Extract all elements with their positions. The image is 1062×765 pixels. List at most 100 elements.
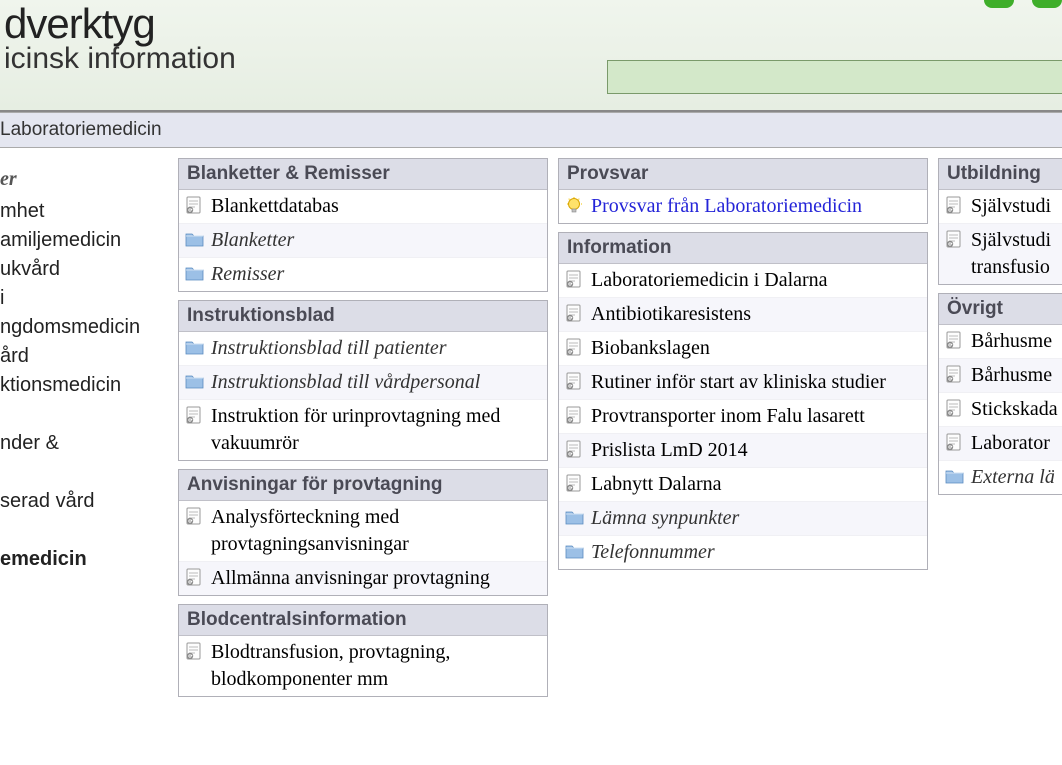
- list-item-label: Provsvar från Laboratoriemedicin: [591, 193, 862, 220]
- list-item[interactable]: Remisser: [179, 258, 547, 291]
- list-item-label: Externa lä: [971, 464, 1055, 491]
- list-item[interactable]: Blanketter: [179, 224, 547, 258]
- list-item[interactable]: Provtransporter inom Falu lasarett: [559, 400, 927, 434]
- doc-icon: [185, 642, 205, 660]
- list-item[interactable]: Instruktionsblad till patienter: [179, 332, 547, 366]
- list-item[interactable]: Instruktionsblad till vårdpersonal: [179, 366, 547, 400]
- panel-header: Övrigt: [939, 294, 1062, 325]
- doc-icon: [945, 365, 965, 383]
- sidebar-item[interactable]: ård: [0, 342, 176, 371]
- list-item[interactable]: Prislista LmD 2014: [559, 434, 927, 468]
- list-item-label: Blanketter: [211, 227, 294, 254]
- folder-icon: [565, 508, 585, 526]
- list-item[interactable]: Antibiotikaresistens: [559, 298, 927, 332]
- column-1: Blanketter & RemisserBlankettdatabasBlan…: [178, 158, 548, 705]
- panel: Provsvar Provsvar från Laboratoriemedicin: [558, 158, 928, 224]
- list-item[interactable]: Bårhusme: [939, 359, 1062, 393]
- list-item[interactable]: Blodtransfusion, provtagning, blodkompon…: [179, 636, 547, 696]
- sidebar-item[interactable]: mhet: [0, 197, 176, 226]
- doc-icon: [185, 406, 205, 424]
- list-item[interactable]: Lämna synpunkter: [559, 502, 927, 536]
- doc-icon: [565, 474, 585, 492]
- list-item-label: Labnytt Dalarna: [591, 471, 722, 498]
- list-item[interactable]: Stickskada: [939, 393, 1062, 427]
- sidebar-item[interactable]: nder &: [0, 429, 176, 458]
- header-button-2[interactable]: [984, 0, 1014, 8]
- list-item-label: Provtransporter inom Falu lasarett: [591, 403, 865, 430]
- list-item-label: Stickskada: [971, 396, 1058, 423]
- doc-icon: [565, 372, 585, 390]
- bulb-icon: [565, 196, 585, 214]
- list-item-label: Självstudi: [971, 193, 1051, 220]
- list-item-label: Bårhusme: [971, 328, 1052, 355]
- list-item[interactable]: Blankettdatabas: [179, 190, 547, 224]
- breadcrumb-current: Laboratoriemedicin: [0, 119, 162, 140]
- list-item-label: Remisser: [211, 261, 284, 288]
- list-item[interactable]: Provsvar från Laboratoriemedicin: [559, 190, 927, 223]
- sidebar-item[interactable]: emedicin: [0, 545, 176, 574]
- sidebar-item[interactable]: amiljemedicin: [0, 226, 176, 255]
- sidebar-item[interactable]: i: [0, 284, 176, 313]
- list-item-label: Laborator: [971, 430, 1050, 457]
- sidebar-item[interactable]: ngdomsmedicin: [0, 313, 176, 342]
- folder-icon: [185, 372, 205, 390]
- panel-body: Provsvar från Laboratoriemedicin: [559, 190, 927, 223]
- folder-icon: [565, 542, 585, 560]
- folder-icon: [185, 230, 205, 248]
- list-item[interactable]: Instruktion för urinprovtagning med vaku…: [179, 400, 547, 460]
- sidebar-item[interactable]: serad vård: [0, 487, 176, 516]
- panel-body: Laboratoriemedicin i Dalarna Antibiotikar…: [559, 264, 927, 569]
- panel-body: Analysförteckning med provtagningsanvisn…: [179, 501, 547, 595]
- folder-icon: [945, 467, 965, 485]
- sidebar-item[interactable]: ukvård: [0, 255, 176, 284]
- column-2: Provsvar Provsvar från Laboratoriemedicin…: [558, 158, 928, 705]
- panel: Anvisningar för provtagningAnalysförteck…: [178, 469, 548, 596]
- header-button-1[interactable]: [1032, 0, 1062, 8]
- panel: BlodcentralsinformationBlodtransfusion, …: [178, 604, 548, 697]
- list-item[interactable]: Självstudi: [939, 190, 1062, 224]
- list-item-label: Självstudi transfusio: [971, 227, 1062, 281]
- list-item-label: Antibiotikaresistens: [591, 301, 751, 328]
- doc-icon: [565, 440, 585, 458]
- doc-icon: [565, 338, 585, 356]
- main-columns: Blanketter & RemisserBlankettdatabasBlan…: [178, 158, 1062, 705]
- doc-icon: [565, 270, 585, 288]
- list-item[interactable]: Labnytt Dalarna: [559, 468, 927, 502]
- panel-body: Blankettdatabas Blanketter Remisser: [179, 190, 547, 291]
- list-item[interactable]: Telefonnummer: [559, 536, 927, 569]
- sidebar-item[interactable]: ktionsmedicin: [0, 371, 176, 400]
- list-item[interactable]: Laborator: [939, 427, 1062, 461]
- doc-icon: [945, 399, 965, 417]
- panel: InstruktionsbladInstruktionsblad till pa…: [178, 300, 548, 461]
- list-item-label: Blodtransfusion, provtagning, blodkompon…: [211, 639, 541, 693]
- doc-icon: [185, 568, 205, 586]
- search-input[interactable]: [607, 60, 1062, 94]
- header: dverktyg icinsk information: [0, 0, 1062, 112]
- doc-icon: [945, 433, 965, 451]
- list-item[interactable]: Bårhusme: [939, 325, 1062, 359]
- list-item-label: Laboratoriemedicin i Dalarna: [591, 267, 828, 294]
- list-item[interactable]: Laboratoriemedicin i Dalarna: [559, 264, 927, 298]
- list-item[interactable]: Externa lä: [939, 461, 1062, 494]
- panel-header: Blanketter & Remisser: [179, 159, 547, 190]
- folder-icon: [185, 264, 205, 282]
- breadcrumb: Laboratoriemedicin: [0, 112, 1062, 148]
- doc-icon: [945, 331, 965, 349]
- list-item[interactable]: Rutiner inför start av kliniska studier: [559, 366, 927, 400]
- list-item[interactable]: Biobankslagen: [559, 332, 927, 366]
- sidebar-heading: er: [0, 168, 176, 191]
- list-item-label: Allmänna anvisningar provtagning: [211, 565, 490, 592]
- panel-header: Provsvar: [559, 159, 927, 190]
- list-item-label: Bårhusme: [971, 362, 1052, 389]
- doc-icon: [565, 406, 585, 424]
- list-item-label: Instruktion för urinprovtagning med vaku…: [211, 403, 541, 457]
- sidebar-item: [0, 516, 176, 545]
- site-title: dverktyg: [4, 0, 1062, 48]
- list-item[interactable]: Allmänna anvisningar provtagning: [179, 562, 547, 595]
- doc-icon: [565, 304, 585, 322]
- panel: Övrigt Bårhusme Bårhusme Stickskada Laborato…: [938, 293, 1062, 495]
- list-item[interactable]: Analysförteckning med provtagningsanvisn…: [179, 501, 547, 562]
- panel-body: Bårhusme Bårhusme Stickskada Laborator Exter…: [939, 325, 1062, 494]
- list-item[interactable]: Självstudi transfusio: [939, 224, 1062, 284]
- list-item-label: Biobankslagen: [591, 335, 710, 362]
